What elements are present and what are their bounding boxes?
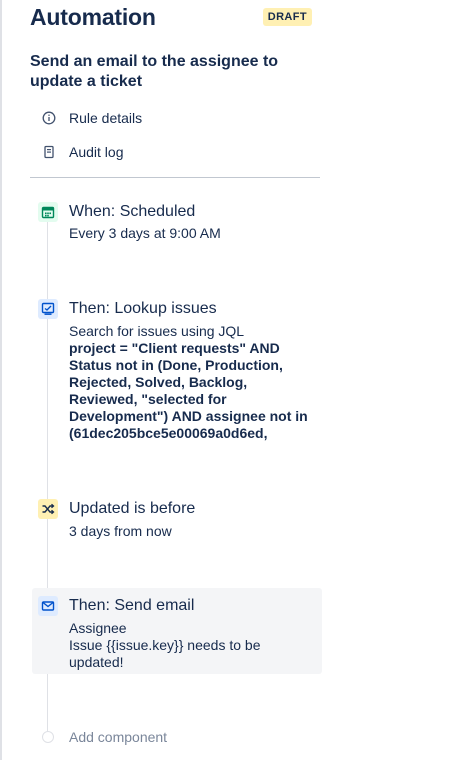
audit-log-icon	[34, 145, 64, 159]
step-title: Then: Lookup issues	[69, 300, 217, 317]
trigger-step[interactable]: When: Scheduled Every 3 days at 9:00 AM	[32, 198, 322, 250]
calendar-icon	[38, 202, 58, 222]
audit-log-link[interactable]: Audit log	[30, 141, 123, 163]
divider	[30, 177, 320, 178]
rule-details-link[interactable]: Rule details	[30, 107, 142, 129]
draft-badge: DRAFT	[262, 8, 312, 26]
email-recipient: Assignee	[69, 620, 127, 636]
panel-header: Automation DRAFT	[30, 4, 314, 34]
step-description: Every 3 days at 9:00 AM	[69, 225, 221, 241]
email-subject: Issue {{issue.key}} needs to be updated!	[69, 637, 261, 670]
lookup-issues-step[interactable]: Then: Lookup issues Search for issues us…	[32, 295, 322, 445]
add-component-button[interactable]: Add component	[32, 726, 232, 748]
jql-query: project = "Client requests" AND Status n…	[69, 340, 308, 441]
add-component-label: Add component	[69, 729, 168, 745]
rule-details-label: Rule details	[69, 110, 143, 126]
step-title: Then: Send email	[69, 597, 195, 614]
step-title: Updated is before	[69, 500, 196, 517]
rule-name[interactable]: Send an email to the assignee to update …	[30, 52, 300, 92]
info-icon	[34, 111, 64, 125]
condition-icon	[38, 499, 58, 519]
add-dot-icon	[42, 731, 54, 743]
step-description: Search for issues using JQL project = "C…	[69, 323, 319, 442]
condition-step[interactable]: Updated is before 3 days from now	[32, 495, 322, 547]
step-description: 3 days from now	[69, 523, 172, 539]
lookup-issues-icon	[38, 299, 58, 319]
audit-log-label: Audit log	[69, 144, 124, 160]
email-icon	[38, 596, 58, 616]
step-title: When: Scheduled	[69, 203, 196, 220]
step-subtitle: Search for issues using JQL	[69, 323, 245, 339]
page-title: Automation	[30, 4, 156, 30]
send-email-step[interactable]: Then: Send email Assignee Issue {{issue.…	[32, 588, 322, 674]
rule-editor-panel: Automation DRAFT Send an email to the as…	[0, 0, 470, 760]
step-description: Assignee Issue {{issue.key}} needs to be…	[69, 620, 289, 671]
